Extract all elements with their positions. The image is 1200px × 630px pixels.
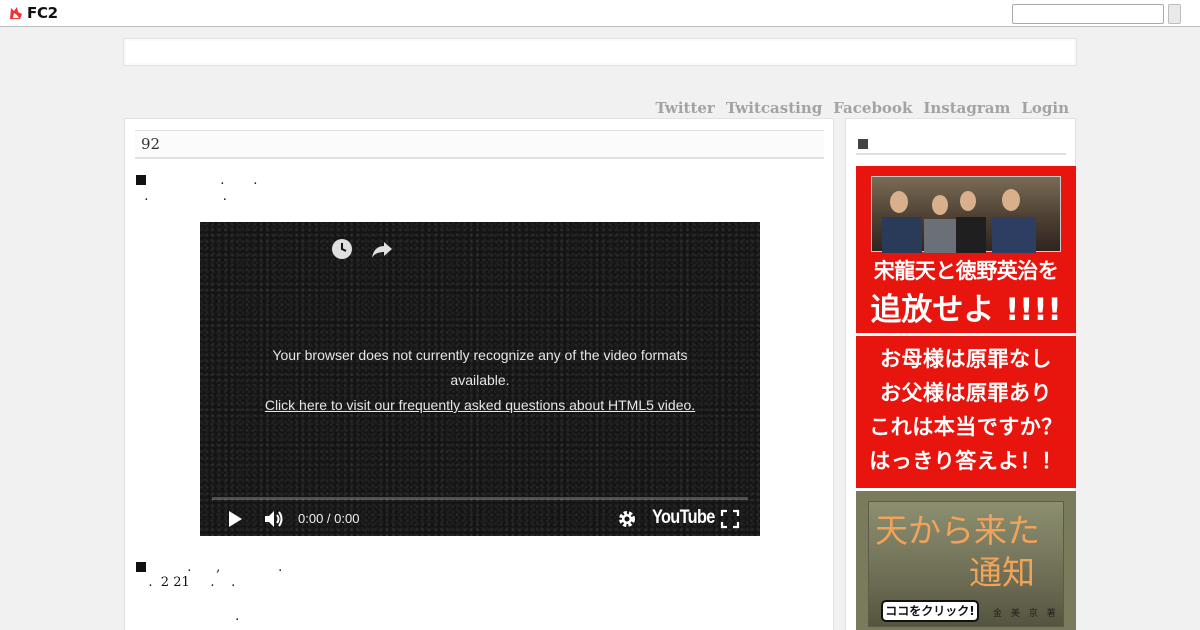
fc2-logo[interactable]: FC2 bbox=[8, 5, 58, 21]
nav-link-twitter[interactable]: Twitter bbox=[655, 99, 714, 117]
post-paragraph-2: . , . bbox=[136, 560, 282, 576]
html5-faq-link[interactable]: Click here to visit our frequently asked… bbox=[250, 393, 710, 418]
banner-1-line-2: 追放せよ !!!! bbox=[870, 292, 1062, 328]
paragraph-text: . , . bbox=[150, 560, 283, 575]
book-title-top: 天から来た bbox=[875, 511, 1040, 550]
post-paragraph-3: . bbox=[136, 609, 240, 624]
banner-book-heavenly-notice[interactable]: 天から来た 通知 ココをクリック! 金 美 京 著 bbox=[856, 491, 1076, 630]
book-title-bottom: 通知 bbox=[969, 553, 1035, 592]
bullet-square-icon bbox=[136, 562, 146, 572]
watch-later-icon[interactable] bbox=[331, 238, 353, 260]
video-time-display: 0:00 / 0:00 bbox=[298, 511, 360, 526]
heading-square-icon bbox=[858, 139, 868, 149]
banner-1-line-1: 宋龍天と徳野英治を bbox=[873, 259, 1059, 283]
social-nav: Twitter Twitcasting Facebook Instagram L… bbox=[655, 99, 1069, 117]
search-button[interactable] bbox=[1168, 4, 1181, 24]
book-author: 金 美 京 著 bbox=[993, 609, 1059, 619]
post-paragraph-2-line-2: . 2 21 . . bbox=[136, 575, 236, 590]
banner-2-line-4: はっきり答えよ！！ bbox=[869, 449, 1063, 473]
paragraph-text: . . bbox=[150, 173, 258, 188]
nav-link-facebook[interactable]: Facebook bbox=[833, 99, 912, 117]
video-progress-bar[interactable] bbox=[212, 497, 748, 500]
blog-header-band bbox=[123, 38, 1077, 66]
video-error-message: Your browser does not currently recogniz… bbox=[250, 343, 710, 418]
book-cover: 天から来た 通知 ココをクリック! 金 美 京 著 bbox=[868, 501, 1064, 627]
play-icon[interactable] bbox=[226, 509, 244, 529]
sidebar-heading bbox=[856, 135, 1066, 155]
fullscreen-icon[interactable] bbox=[720, 509, 740, 529]
fc2-fox-icon bbox=[10, 7, 22, 19]
post-title: 92 bbox=[135, 130, 824, 159]
main-column: 92 . . . . Your browser does not current… bbox=[124, 118, 834, 630]
sidebar: 宋龍天と徳野英治を 追放せよ !!!! お母様は原罪なし お父様は原罪あり これ… bbox=[845, 118, 1076, 630]
logo-text: FC2 bbox=[27, 4, 58, 22]
banner-2-line-3: これは本当ですか？ bbox=[869, 415, 1063, 439]
post-paragraph-1-line-2: . . bbox=[136, 189, 227, 204]
youtube-video-player[interactable]: Your browser does not currently recogniz… bbox=[200, 222, 760, 536]
top-bar: FC2 bbox=[0, 0, 1200, 27]
search-input[interactable] bbox=[1012, 4, 1164, 24]
post-paragraph-1: . . bbox=[136, 173, 257, 189]
banner-2-line-2: お父様は原罪あり bbox=[880, 381, 1052, 405]
share-icon[interactable] bbox=[371, 238, 393, 260]
banner-photo bbox=[871, 176, 1061, 253]
settings-icon[interactable] bbox=[617, 509, 637, 529]
video-error-text: Your browser does not currently recogniz… bbox=[272, 347, 688, 388]
banner-original-sin-question[interactable]: お母様は原罪なし お父様は原罪あり これは本当ですか？ はっきり答えよ！！ bbox=[856, 336, 1076, 488]
banner-expel-leaders[interactable]: 宋龍天と徳野英治を 追放せよ !!!! bbox=[856, 166, 1076, 333]
youtube-logo[interactable]: YouTube bbox=[652, 507, 715, 529]
nav-link-twitcasting[interactable]: Twitcasting bbox=[726, 99, 822, 117]
nav-link-login[interactable]: Login bbox=[1021, 99, 1069, 117]
click-here-button[interactable]: ココをクリック! bbox=[881, 600, 979, 622]
bullet-square-icon bbox=[136, 175, 146, 185]
banner-2-line-1: お母様は原罪なし bbox=[880, 347, 1052, 371]
volume-icon[interactable] bbox=[263, 509, 285, 529]
nav-link-instagram[interactable]: Instagram bbox=[923, 99, 1010, 117]
